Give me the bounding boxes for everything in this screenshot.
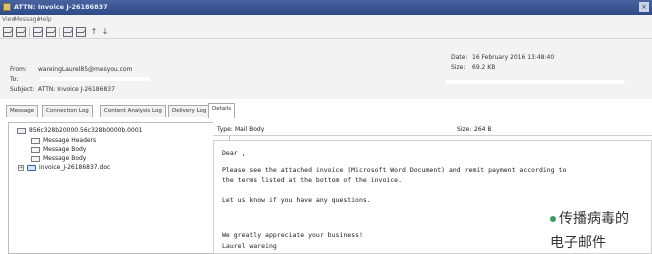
tab-delivery-log[interactable]: Delivery Log	[168, 105, 211, 117]
save-icon[interactable]	[63, 27, 73, 37]
arrow-up-icon[interactable]: ↑	[89, 27, 99, 37]
size-value: 264 B	[474, 126, 492, 133]
caption-line-1: 传播病毒的	[550, 208, 629, 228]
tree-item-message-body[interactable]: Message Body	[31, 155, 86, 162]
tree-item-message-headers[interactable]: Message Headers	[31, 137, 96, 144]
email-body-line: Let us know if you have any questions.	[222, 196, 371, 204]
tree-item-message-body[interactable]: Message Body	[31, 146, 86, 153]
detail-type-bar: Type: Mail Body Size: 264 B	[213, 122, 652, 136]
tab-strip: Message Connection Log Content Analysis …	[0, 103, 652, 118]
tab-details[interactable]: Details	[208, 103, 236, 118]
arrow-down-icon[interactable]: ↓	[100, 27, 110, 37]
word-document-icon	[27, 164, 36, 171]
title-bar: ATTN: Invoice J-26186837 ×	[0, 0, 652, 15]
subject-value: ATTN: Invoice J-26186837	[38, 86, 115, 93]
app-icon	[3, 3, 11, 11]
to-label: To:	[10, 76, 19, 83]
tab-content-analysis-log[interactable]: Content Analysis Log	[100, 105, 166, 117]
document-icon	[31, 155, 40, 162]
type-label: Type:	[217, 126, 233, 133]
toolbar-separator	[59, 27, 60, 37]
size-label: Size:	[451, 64, 466, 71]
subject-label: Subject:	[10, 86, 35, 93]
from-value: wareingLaurel85@mesyou.com	[38, 66, 133, 73]
tree-item-label: Message Headers	[43, 137, 97, 144]
tab-connection-log[interactable]: Connection Log	[42, 105, 93, 117]
attachment-tree: 856c328b20000.56c328b0000b.0001 Message …	[8, 122, 230, 254]
size-value: 69.2 KB	[472, 64, 496, 71]
size-label: Size:	[457, 126, 472, 133]
tree-root[interactable]: 856c328b20000.56c328b0000b.0001	[17, 127, 142, 134]
tree-item-label: invoice_J-26186837.doc	[39, 164, 111, 171]
mail-icon	[17, 127, 26, 134]
close-button[interactable]: ×	[639, 2, 649, 12]
bullet-icon	[550, 216, 556, 222]
print-icon[interactable]	[76, 27, 86, 37]
reply-all-icon[interactable]	[33, 27, 43, 37]
forward-icon[interactable]	[46, 27, 56, 37]
redaction	[40, 77, 150, 81]
reply-icon[interactable]	[16, 27, 26, 37]
caption-text-1: 传播病毒的	[559, 211, 629, 227]
message-header: From: wareingLaurel85@mesyou.com To: Sub…	[0, 39, 652, 99]
document-icon	[31, 137, 40, 144]
tree-item-label: Message Body	[43, 155, 87, 162]
menu-message[interactable]: Message	[14, 16, 40, 23]
date-label: Date:	[451, 54, 468, 61]
email-body-line: Please see the attached invoice (Microso…	[222, 166, 567, 174]
date-value: 16 February 2016 13:48:40	[472, 54, 555, 61]
toolbar-separator	[29, 27, 30, 37]
email-body-line: the terms listed at the bottom of the in…	[222, 176, 403, 184]
type-value: Mail Body	[235, 126, 265, 133]
tree-root-label: 856c328b20000.56c328b0000b.0001	[29, 127, 143, 134]
expand-icon[interactable]: +	[18, 165, 24, 171]
email-body-line: Dear ,	[222, 149, 246, 157]
redaction	[445, 80, 625, 84]
caption-line-2: 电子邮件	[550, 235, 606, 251]
email-body-line: Laurel wareing	[222, 242, 277, 250]
menu-help[interactable]: Help	[38, 16, 52, 23]
tab-message[interactable]: Message	[6, 105, 39, 117]
email-body-line: We greatly appreciate your business!	[222, 231, 363, 239]
envelope-icon[interactable]	[3, 27, 13, 37]
tree-item-attachment[interactable]: invoice_J-26186837.doc	[27, 164, 110, 171]
toolbar: ↑ ↓	[0, 25, 652, 39]
menu-bar: View Message Help	[0, 15, 652, 25]
document-icon	[31, 146, 40, 153]
from-label: From:	[10, 66, 27, 73]
window-title: ATTN: Invoice J-26186837	[14, 3, 108, 11]
tree-item-label: Message Body	[43, 146, 87, 153]
